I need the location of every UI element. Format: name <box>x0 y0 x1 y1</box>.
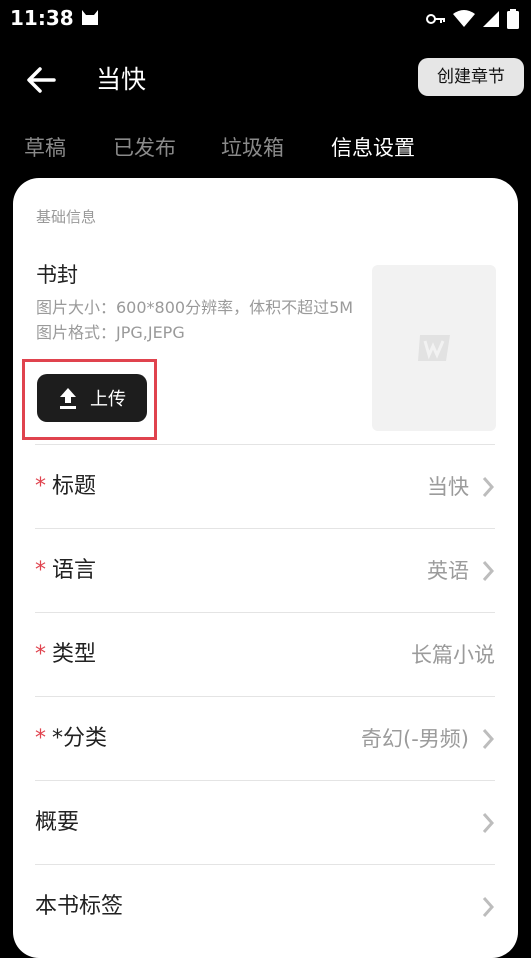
logo-placeholder-icon <box>418 335 450 361</box>
upload-icon <box>60 388 76 409</box>
upload-button[interactable]: 上传 <box>37 374 147 422</box>
key-icon <box>426 14 445 24</box>
tab-drafts[interactable]: 草稿 <box>24 130 66 166</box>
chevron-right-icon <box>482 897 495 917</box>
page-title: 当快 <box>96 65 147 94</box>
cover-title: 书封 <box>36 263 78 287</box>
required-star: * <box>35 558 46 583</box>
status-icons <box>426 9 519 29</box>
upload-highlight: 上传 <box>22 359 157 440</box>
type-label: * 类型 <box>35 642 97 667</box>
chevron-right-icon <box>482 477 495 497</box>
required-star: * <box>35 474 46 499</box>
app-notification-icon <box>80 8 100 32</box>
required-star: * <box>35 726 46 751</box>
tab-trash[interactable]: 垃圾箱 <box>221 130 284 166</box>
create-chapter-button[interactable]: 创建章节 <box>418 58 524 96</box>
required-star: * <box>35 642 46 667</box>
book-tags-label: 本书标签 <box>35 894 124 919</box>
summary-label: 概要 <box>35 810 80 835</box>
chevron-right-icon <box>482 561 495 581</box>
chevron-right-icon <box>482 729 495 749</box>
category-label: * *分类 <box>35 726 108 751</box>
tab-info-settings[interactable]: 信息设置 <box>331 130 415 166</box>
book-tags-row[interactable]: 本书标签 <box>35 864 495 949</box>
category-value: 奇幻(-男频) <box>361 727 469 751</box>
wifi-icon <box>453 10 475 27</box>
signal-icon <box>483 11 499 27</box>
summary-row[interactable]: 概要 <box>35 780 495 865</box>
language-value: 英语 <box>427 559 469 583</box>
title-row[interactable]: * 标题 当快 <box>35 444 495 529</box>
type-value: 长篇小说 <box>411 643 495 667</box>
battery-icon <box>507 9 519 29</box>
cover-image-placeholder[interactable] <box>372 265 496 431</box>
upload-label: 上传 <box>90 389 126 410</box>
tab-bar: 草稿 已发布 垃圾箱 信息设置 <box>0 130 531 170</box>
title-value: 当快 <box>427 475 469 499</box>
status-time: 11:38 <box>10 6 74 30</box>
status-bar: 11:38 <box>0 0 531 36</box>
cover-description: 图片大小：600*800分辨率，体积不超过5M 图片格式：JPG,JEPG <box>36 298 354 342</box>
back-arrow-icon[interactable] <box>24 62 60 98</box>
title-label: * 标题 <box>35 474 97 499</box>
language-label: * 语言 <box>35 558 97 583</box>
app-bar: 当快 创建章节 <box>0 52 531 108</box>
section-label: 基础信息 <box>36 208 97 226</box>
language-row[interactable]: * 语言 英语 <box>35 528 495 613</box>
chevron-right-icon <box>482 813 495 833</box>
category-row[interactable]: * *分类 奇幻(-男频) <box>35 696 495 781</box>
info-card: 基础信息 书封 图片大小：600*800分辨率，体积不超过5M 图片格式：JPG… <box>13 178 518 958</box>
tab-published[interactable]: 已发布 <box>113 130 176 166</box>
type-row[interactable]: * 类型 长篇小说 <box>35 612 495 697</box>
